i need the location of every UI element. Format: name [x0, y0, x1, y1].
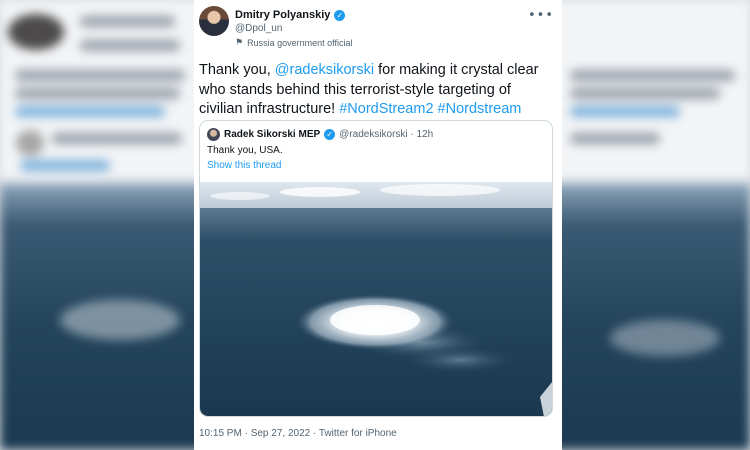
more-options-icon[interactable]: ••• — [528, 8, 554, 23]
quote-author-handle: @radeksikorski · 12h — [339, 129, 434, 140]
tweet-card: Dmitry Polyanskiy ✓ @Dpol_un ⚑ Russia go… — [194, 0, 562, 450]
hashtag-link-nordstream2[interactable]: #NordStream2 — [339, 101, 433, 117]
author-handle[interactable]: @Dpol_un — [235, 23, 282, 34]
author-avatar[interactable] — [199, 6, 229, 36]
mention-link[interactable]: @radeksikorski — [275, 62, 374, 78]
tweet-timestamp[interactable]: 10:15 PM · Sep 27, 2022 · Twitter for iP… — [199, 428, 397, 439]
flag-icon: ⚑ — [235, 38, 244, 48]
quote-author-name: Radek Sikorski MEP — [224, 129, 321, 140]
quote-author-avatar — [207, 128, 220, 141]
quoted-tweet[interactable]: Radek Sikorski MEP ✓ @radeksikorski · 12… — [199, 120, 553, 417]
quote-text: Thank you, USA. — [207, 145, 283, 156]
hashtag-link-nordstream[interactable]: #Nordstream — [438, 101, 522, 117]
verified-badge-icon: ✓ — [334, 9, 346, 21]
tweet-text: Thank you, @radeksikorski for making it … — [199, 62, 539, 117]
government-label[interactable]: Russia government official — [247, 38, 352, 48]
tweet-header: Dmitry Polyanskiy ✓ @Dpol_un ⚑ Russia go… — [199, 6, 554, 50]
verified-badge-icon: ✓ — [324, 129, 336, 140]
sea-gas-leak-photo[interactable] — [200, 182, 552, 417]
show-thread-link[interactable]: Show this thread — [207, 160, 282, 171]
author-name[interactable]: Dmitry Polyanskiy — [235, 9, 330, 21]
